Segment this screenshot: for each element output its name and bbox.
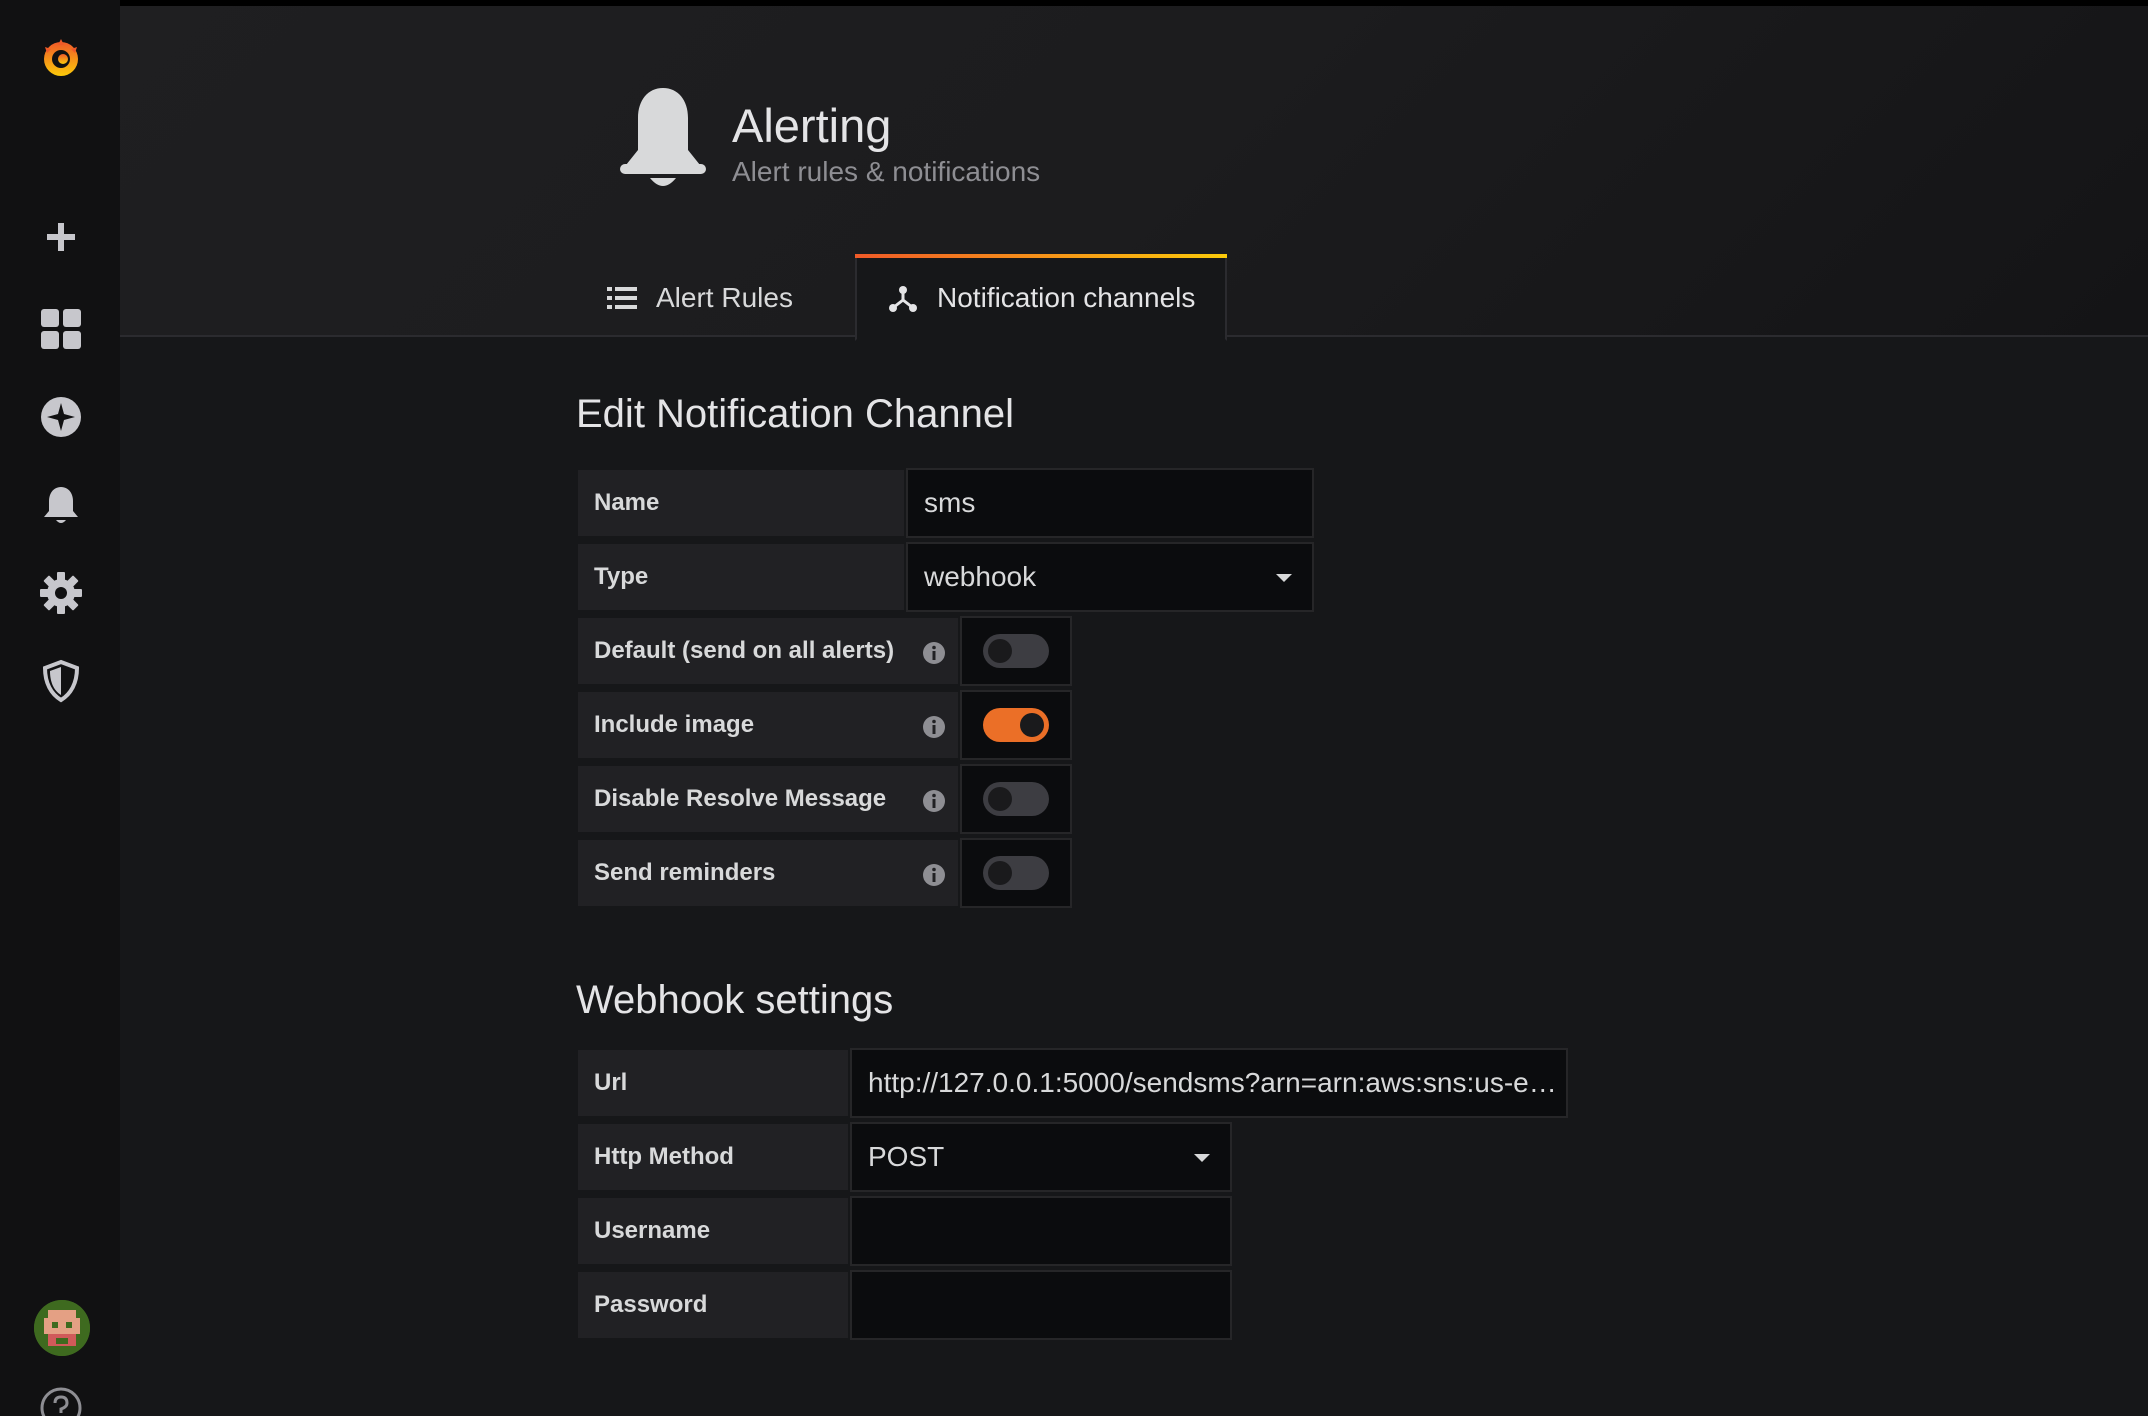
tab-label: Notification channels xyxy=(937,281,1196,313)
password-label: Password xyxy=(576,1270,850,1340)
url-input[interactable]: http://127.0.0.1:5000/sendsms?arn=arn:aw… xyxy=(850,1048,1568,1118)
list-icon xyxy=(607,286,637,309)
username-input[interactable] xyxy=(850,1196,1232,1266)
toggle-label-text: Include image xyxy=(594,711,755,738)
toggle-switch xyxy=(983,708,1049,742)
avatar[interactable] xyxy=(34,1300,90,1356)
toggle-switch xyxy=(983,856,1049,890)
help-icon[interactable] xyxy=(34,1386,88,1416)
toggle-row-include-image: Include image xyxy=(576,690,1072,760)
default-toggle[interactable] xyxy=(960,616,1072,686)
name-label: Name xyxy=(576,468,906,538)
toggle-row-disable-resolve: Disable Resolve Message xyxy=(576,764,1072,834)
info-icon[interactable] xyxy=(922,715,946,739)
url-label: Url xyxy=(576,1048,850,1118)
toggle-label: Disable Resolve Message xyxy=(576,764,960,834)
plus-icon[interactable] xyxy=(34,210,88,264)
http-method-value: POST xyxy=(868,1141,945,1172)
page-subtitle: Alert rules & notifications xyxy=(732,156,1041,187)
toggle-switch xyxy=(983,782,1049,816)
username-row: Username xyxy=(576,1196,1232,1266)
toggle-label: Send reminders xyxy=(576,838,960,908)
sidebar xyxy=(0,0,120,1416)
toggle-row-send-reminders: Send reminders xyxy=(576,838,1072,908)
http-method-row: Http Method POST xyxy=(576,1122,1232,1192)
bell-icon xyxy=(620,88,706,186)
info-icon[interactable] xyxy=(922,641,946,665)
explore-compass-icon[interactable] xyxy=(34,390,88,444)
toggle-label: Default (send on all alerts) xyxy=(576,616,960,686)
page-title: Alerting xyxy=(732,99,892,152)
toggle-label-text: Default (send on all alerts) xyxy=(594,637,895,664)
bell-icon[interactable] xyxy=(34,478,88,532)
password-row: Password xyxy=(576,1270,1232,1340)
type-select-value: webhook xyxy=(924,561,1037,592)
url-row: Url http://127.0.0.1:5000/sendsms?arn=ar… xyxy=(576,1048,1568,1118)
include-image-toggle[interactable] xyxy=(960,690,1072,760)
type-row: Type webhook xyxy=(576,542,1314,612)
type-select[interactable]: webhook xyxy=(906,542,1314,612)
disable-resolve-toggle[interactable] xyxy=(960,764,1072,834)
name-input[interactable]: sms xyxy=(906,468,1314,538)
http-method-label: Http Method xyxy=(576,1122,850,1192)
share-nodes-icon xyxy=(889,285,917,312)
caret-down-icon xyxy=(1276,574,1292,582)
toggle-switch xyxy=(983,634,1049,668)
password-input[interactable] xyxy=(850,1270,1232,1340)
toggle-label-text: Disable Resolve Message xyxy=(594,785,887,812)
grafana-logo-icon[interactable] xyxy=(34,30,88,84)
page-header: Alerting Alert rules & notifications Ale… xyxy=(120,6,2148,341)
toggle-label: Include image xyxy=(576,690,960,760)
dashboards-icon[interactable] xyxy=(34,302,88,356)
username-label: Username xyxy=(576,1196,850,1266)
toggle-row-default: Default (send on all alerts) xyxy=(576,616,1072,686)
caret-down-icon xyxy=(1194,1154,1210,1162)
tab-notification-channels[interactable]: Notification channels xyxy=(855,254,1227,341)
tab-label: Alert Rules xyxy=(656,281,793,313)
info-icon[interactable] xyxy=(922,863,946,887)
tab-alert-rules[interactable]: Alert Rules xyxy=(606,256,793,339)
http-method-select[interactable]: POST xyxy=(850,1122,1232,1192)
type-label: Type xyxy=(576,542,906,612)
section-title: Edit Notification Channel xyxy=(576,392,1015,436)
name-row: Name sms xyxy=(576,468,1314,538)
toggle-label-text: Send reminders xyxy=(594,859,776,886)
webhook-section-title: Webhook settings xyxy=(576,978,894,1022)
shield-icon[interactable] xyxy=(34,654,88,708)
info-icon[interactable] xyxy=(922,789,946,813)
send-reminders-toggle[interactable] xyxy=(960,838,1072,908)
gear-icon[interactable] xyxy=(34,566,88,620)
